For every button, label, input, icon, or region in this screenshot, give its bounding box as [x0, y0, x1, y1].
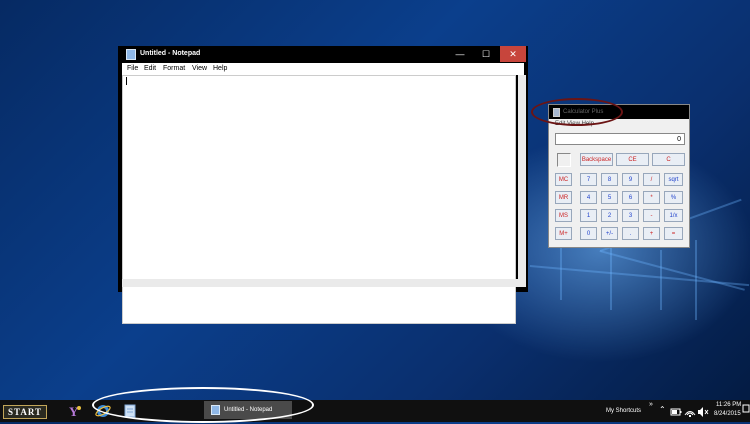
calc-button[interactable]: MS — [555, 209, 572, 222]
calculator-titlebar[interactable]: Calculator Plus — [549, 105, 689, 119]
notepad-titlebar[interactable]: Untitled - Notepad — ☐ ✕ — [118, 46, 528, 62]
toolbar-expand-icon[interactable]: » — [649, 401, 653, 408]
calc-button[interactable]: MR — [555, 191, 572, 204]
taskbar-notepad-task[interactable]: Untitled - Notepad — [204, 401, 292, 419]
calc-button[interactable]: = — [664, 227, 683, 240]
wallpaper-beam — [529, 265, 750, 287]
calculator-title: Calculator Plus — [563, 109, 604, 115]
calculator-menubar[interactable]: Edit View Help — [555, 121, 594, 127]
calc-button[interactable]: % — [664, 191, 683, 204]
calc-button[interactable]: - — [643, 209, 660, 222]
chevron-up-icon[interactable]: ⌃ — [659, 405, 666, 414]
clock-date[interactable]: 8/24/2015 — [714, 411, 741, 417]
calculator-display: 0 — [555, 133, 685, 145]
calc-button[interactable]: MC — [555, 173, 572, 186]
wallpaper-beam — [560, 240, 562, 300]
calc-button-c[interactable]: C — [652, 153, 685, 166]
my-shortcuts-toolbar[interactable]: My Shortcuts — [606, 408, 641, 414]
notepad-pinned-icon[interactable] — [122, 403, 138, 419]
taskbar-task-label: Untitled - Notepad — [224, 407, 273, 413]
menu-file[interactable]: File — [127, 65, 138, 72]
calc-button[interactable]: 1 — [580, 209, 597, 222]
calc-button[interactable]: 8 — [601, 173, 618, 186]
start-button[interactable]: START — [3, 405, 47, 419]
calc-button[interactable]: 3 — [622, 209, 639, 222]
horizontal-scrollbar[interactable] — [122, 279, 518, 287]
memory-indicator — [557, 153, 571, 167]
wallpaper-beam — [660, 250, 662, 310]
minimize-button[interactable]: — — [448, 46, 472, 62]
text-cursor — [126, 77, 127, 85]
clock-time[interactable]: 11:26 PM — [716, 402, 741, 408]
calculator-window[interactable]: Calculator Plus Edit View Help 0 Backspa… — [548, 104, 690, 248]
svg-text:Y: Y — [69, 404, 79, 419]
calc-button[interactable]: / — [643, 173, 660, 186]
calc-button[interactable]: . — [622, 227, 639, 240]
network-icon[interactable] — [684, 405, 696, 417]
notepad-window[interactable]: Untitled - Notepad — ☐ ✕ File Edit Forma… — [118, 46, 528, 324]
wallpaper-beam — [599, 250, 745, 291]
calc-button[interactable]: 6 — [622, 191, 639, 204]
maximize-button[interactable]: ☐ — [474, 46, 498, 62]
calc-button[interactable]: + — [643, 227, 660, 240]
menu-format[interactable]: Format — [163, 65, 185, 72]
calc-button[interactable]: M+ — [555, 227, 572, 240]
menu-edit[interactable]: Edit — [144, 65, 156, 72]
vertical-scrollbar[interactable] — [518, 75, 526, 287]
calc-button-ce[interactable]: CE — [616, 153, 649, 166]
notepad-task-icon — [211, 405, 220, 415]
notifications-icon[interactable] — [742, 402, 750, 416]
notepad-title: Untitled - Notepad — [140, 50, 201, 57]
calc-button[interactable]: sqrt — [664, 173, 683, 186]
volume-muted-icon[interactable] — [697, 405, 709, 417]
calc-button[interactable]: 1/x — [664, 209, 683, 222]
notepad-icon — [126, 49, 136, 60]
calc-button[interactable]: 9 — [622, 173, 639, 186]
battery-icon[interactable] — [670, 405, 682, 417]
notepad-menubar: File Edit Format View Help — [122, 63, 524, 75]
calc-button[interactable]: 0 — [580, 227, 597, 240]
wallpaper-beam — [695, 240, 697, 320]
menu-help[interactable]: Help — [213, 65, 227, 72]
internet-explorer-icon[interactable] — [95, 403, 111, 419]
calc-button[interactable]: 4 — [580, 191, 597, 204]
calc-button[interactable]: 7 — [580, 173, 597, 186]
close-button[interactable]: ✕ — [500, 46, 526, 62]
calc-button[interactable]: * — [643, 191, 660, 204]
calc-button[interactable]: 5 — [601, 191, 618, 204]
menu-view[interactable]: View — [192, 65, 207, 72]
calc-button[interactable]: +/- — [601, 227, 618, 240]
yahoo-icon[interactable]: Y — [67, 403, 83, 419]
calc-button-backspace[interactable]: Backspace — [580, 153, 613, 166]
calculator-icon — [553, 108, 560, 117]
calc-button[interactable]: 2 — [601, 209, 618, 222]
